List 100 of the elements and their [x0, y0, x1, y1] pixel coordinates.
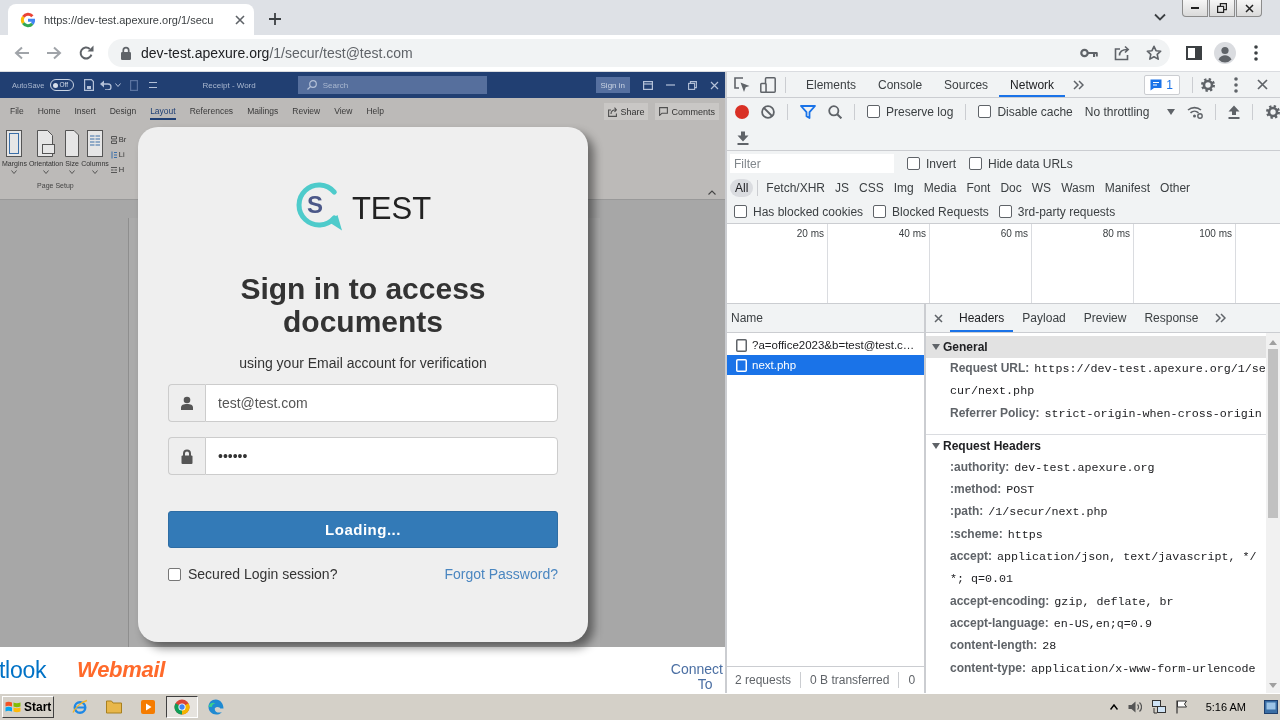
type-filter-chip[interactable]: Other	[1155, 179, 1196, 197]
ribbon-tab[interactable]: References	[189, 103, 234, 120]
details-tab[interactable]: Preview	[1074, 304, 1136, 332]
network-icon[interactable]	[1151, 700, 1166, 714]
checkbox-label[interactable]: Hide data URLs	[988, 156, 1073, 171]
settings-icon[interactable]	[1265, 103, 1280, 120]
type-filter-chip[interactable]: All	[730, 179, 754, 197]
menu-lines-icon[interactable]	[148, 82, 157, 88]
minimize-button[interactable]	[1182, 0, 1208, 17]
scrollbar[interactable]	[1266, 333, 1280, 693]
sign-in-button[interactable]: Sign in	[595, 77, 630, 93]
throttling-dropdown[interactable]: No throttling	[1084, 104, 1176, 119]
request-row[interactable]: next.php	[727, 355, 924, 375]
type-filter-chip[interactable]: Img	[888, 179, 919, 197]
checkbox-label[interactable]: Disable cache	[997, 104, 1073, 119]
save-icon[interactable]	[83, 79, 94, 91]
close-icon[interactable]	[710, 80, 719, 90]
checkbox-label[interactable]: 3rd-party requests	[1017, 204, 1116, 219]
checkbox-label[interactable]: Preserve log	[886, 104, 954, 119]
checkbox[interactable]	[873, 205, 887, 218]
email-field[interactable]: test@test.com	[205, 384, 558, 422]
inspect-icon[interactable]	[734, 76, 750, 93]
type-filter-chip[interactable]: WS	[1026, 179, 1057, 197]
window-layout-icon[interactable]	[643, 80, 653, 90]
checkbox[interactable]	[734, 205, 747, 218]
double-chevron-icon[interactable]	[1215, 313, 1227, 323]
submit-button[interactable]: Loading...	[168, 511, 558, 548]
taskbar-app-button[interactable]	[166, 696, 198, 718]
ribbon-tab[interactable]: View	[334, 103, 353, 120]
section-header[interactable]: General	[926, 336, 1266, 358]
checkbox[interactable]	[907, 157, 920, 170]
checkbox-label[interactable]: Secured Login session?	[188, 566, 338, 582]
wifi-settings-icon[interactable]	[1187, 104, 1204, 119]
panel-tab[interactable]: Elements	[795, 72, 868, 97]
ribbon-tab[interactable]: Design	[109, 103, 137, 120]
chevron-up-icon[interactable]	[1109, 704, 1118, 710]
avatar-icon[interactable]	[1214, 42, 1236, 64]
type-filter-chip[interactable]: Manifest	[1099, 179, 1156, 197]
settings-icon[interactable]	[1200, 76, 1216, 93]
lock-icon[interactable]	[120, 46, 132, 60]
close-icon[interactable]	[1257, 79, 1268, 90]
type-filter-chip[interactable]: Media	[918, 179, 962, 197]
download-icon[interactable]	[737, 130, 749, 145]
checkbox[interactable]	[998, 205, 1012, 218]
flag-icon[interactable]	[1175, 700, 1188, 714]
issues-button[interactable]: 1	[1144, 74, 1180, 95]
reload-icon[interactable]	[78, 45, 94, 61]
details-tab[interactable]: Response	[1135, 304, 1208, 332]
chevron-down-icon[interactable]	[1154, 13, 1166, 21]
device-icon[interactable]	[760, 76, 776, 93]
checkbox-label[interactable]: Blocked Requests	[892, 204, 989, 219]
upload-icon[interactable]	[1228, 104, 1241, 119]
type-filter-chip[interactable]: Doc	[995, 179, 1027, 197]
comments-button[interactable]: Comments	[655, 103, 719, 120]
filter-icon[interactable]	[800, 104, 816, 119]
checkbox[interactable]	[168, 567, 181, 581]
speaker-icon[interactable]	[1127, 701, 1142, 713]
details-tab[interactable]: Headers	[950, 304, 1014, 332]
password-field[interactable]: ••••••	[205, 437, 558, 475]
search-icon[interactable]	[828, 104, 842, 119]
type-filter-chip[interactable]: Font	[961, 179, 996, 197]
footer-link[interactable]: Connect	[670, 662, 723, 677]
scrollbar-thumb[interactable]	[1268, 349, 1278, 518]
desktop-icon[interactable]	[1264, 700, 1278, 714]
undo-icon[interactable]	[99, 80, 112, 90]
key-icon[interactable]	[1080, 48, 1098, 58]
checkbox-label[interactable]: Has blocked cookies	[753, 204, 864, 219]
type-filter-chip[interactable]: Wasm	[1056, 179, 1100, 197]
start-button[interactable]: Start	[2, 696, 54, 718]
ribbon-tab[interactable]: Insert	[74, 103, 96, 120]
request-row[interactable]: ?a=office2023&b=test@test.c…	[727, 335, 924, 355]
close-icon[interactable]	[235, 14, 245, 25]
ribbon-tab[interactable]: Layout	[150, 103, 176, 120]
panel-tab[interactable]: Sources	[933, 72, 1000, 97]
checkbox[interactable]	[867, 105, 880, 118]
column-header[interactable]: Name	[731, 311, 763, 325]
panel-tab[interactable]: Console	[867, 72, 934, 97]
close-icon[interactable]	[934, 313, 943, 323]
checkbox[interactable]	[969, 157, 982, 170]
ribbon-tab[interactable]: Help	[366, 103, 384, 120]
close-button[interactable]	[1236, 0, 1262, 17]
checkbox[interactable]	[978, 105, 992, 118]
share-icon[interactable]	[1114, 45, 1130, 61]
footer-link[interactable]: To	[670, 677, 723, 692]
star-icon[interactable]	[1146, 45, 1162, 61]
share-button[interactable]: Share	[604, 103, 649, 120]
ribbon-tab[interactable]: Home	[37, 103, 61, 120]
type-filter-chip[interactable]: Fetch/XHR	[761, 179, 831, 197]
more-icon[interactable]	[1234, 76, 1238, 93]
ribbon-tab[interactable]: File	[10, 103, 24, 120]
double-chevron-icon[interactable]	[1073, 79, 1085, 90]
record-icon[interactable]	[735, 104, 749, 119]
type-filter-chip[interactable]: CSS	[854, 179, 889, 197]
plus-icon[interactable]	[268, 12, 282, 26]
restore-icon[interactable]	[688, 80, 697, 90]
side-panel-icon[interactable]	[1186, 46, 1202, 60]
section-header[interactable]: Request Headers	[926, 434, 1266, 457]
ribbon-tab[interactable]: Mailings	[247, 103, 279, 120]
clear-icon[interactable]	[761, 104, 775, 119]
ribbon-tab[interactable]: Review	[292, 103, 321, 120]
